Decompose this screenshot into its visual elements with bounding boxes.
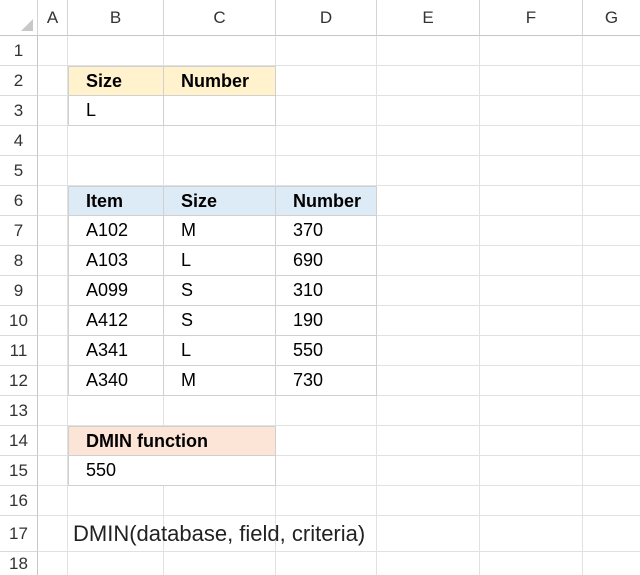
row-header-8[interactable]: 8 [0,246,38,276]
cell-b12[interactable]: A340 [68,366,164,396]
cell-b8[interactable]: A103 [68,246,164,276]
column-header-d[interactable]: D [276,0,377,36]
cell-b11[interactable]: A341 [68,336,164,366]
row-header-15[interactable]: 15 [0,456,38,486]
gridline [38,515,640,516]
cell-c12[interactable]: M [164,366,276,396]
row-header-10[interactable]: 10 [0,306,38,336]
row-header-12[interactable]: 12 [0,366,38,396]
column-header-g[interactable]: G [583,0,640,36]
column-header-b[interactable]: B [68,0,164,36]
cell-b9[interactable]: A099 [68,276,164,306]
gridline [38,155,640,156]
cell-d12[interactable]: 730 [276,366,377,396]
row-header-1[interactable]: 1 [0,36,38,66]
cell-b6-header-item[interactable]: Item [68,186,164,216]
row-header-2[interactable]: 2 [0,66,38,96]
cell-b15-result-value[interactable]: 550 [68,456,276,486]
row-header-6[interactable]: 6 [0,186,38,216]
spreadsheet-grid: A B C D E F G 1 2 3 4 5 6 7 8 9 10 11 12… [0,0,640,575]
column-header-e[interactable]: E [377,0,480,36]
row-header-7[interactable]: 7 [0,216,38,246]
cell-c2-criteria-header-number[interactable]: Number [164,66,276,96]
cell-d8[interactable]: 690 [276,246,377,276]
cell-d7[interactable]: 370 [276,216,377,246]
cell-c8[interactable]: L [164,246,276,276]
cell-d9[interactable]: 310 [276,276,377,306]
cell-b3-criteria-size[interactable]: L [68,96,164,126]
cell-d10[interactable]: 190 [276,306,377,336]
cell-c7[interactable]: M [164,216,276,246]
row-header-5[interactable]: 5 [0,156,38,186]
column-header-c[interactable]: C [164,0,276,36]
cell-b17-syntax-note[interactable]: DMIN(database, field, criteria) [73,519,365,549]
select-all-triangle-icon [21,19,33,31]
cell-c10[interactable]: S [164,306,276,336]
cell-b14-result-header[interactable]: DMIN function [68,426,276,456]
cell-d6-header-number[interactable]: Number [276,186,377,216]
row-header-14[interactable]: 14 [0,426,38,456]
cell-c9[interactable]: S [164,276,276,306]
row-header-4[interactable]: 4 [0,126,38,156]
cell-b10[interactable]: A412 [68,306,164,336]
column-header-f[interactable]: F [480,0,583,36]
row-header-17[interactable]: 17 [0,516,38,552]
cell-c6-header-size[interactable]: Size [164,186,276,216]
cell-c11[interactable]: L [164,336,276,366]
row-header-16[interactable]: 16 [0,486,38,516]
row-header-13[interactable]: 13 [0,396,38,426]
cell-b7[interactable]: A102 [68,216,164,246]
cell-b2-criteria-header-size[interactable]: Size [68,66,164,96]
row-header-18[interactable]: 18 [0,552,38,575]
row-header-3[interactable]: 3 [0,96,38,126]
row-header-9[interactable]: 9 [0,276,38,306]
column-header-a[interactable]: A [38,0,68,36]
row-header-11[interactable]: 11 [0,336,38,366]
cell-d11[interactable]: 550 [276,336,377,366]
cell-c3-criteria-number[interactable] [164,96,276,126]
gridline [38,551,640,552]
select-all-corner[interactable] [0,0,38,36]
